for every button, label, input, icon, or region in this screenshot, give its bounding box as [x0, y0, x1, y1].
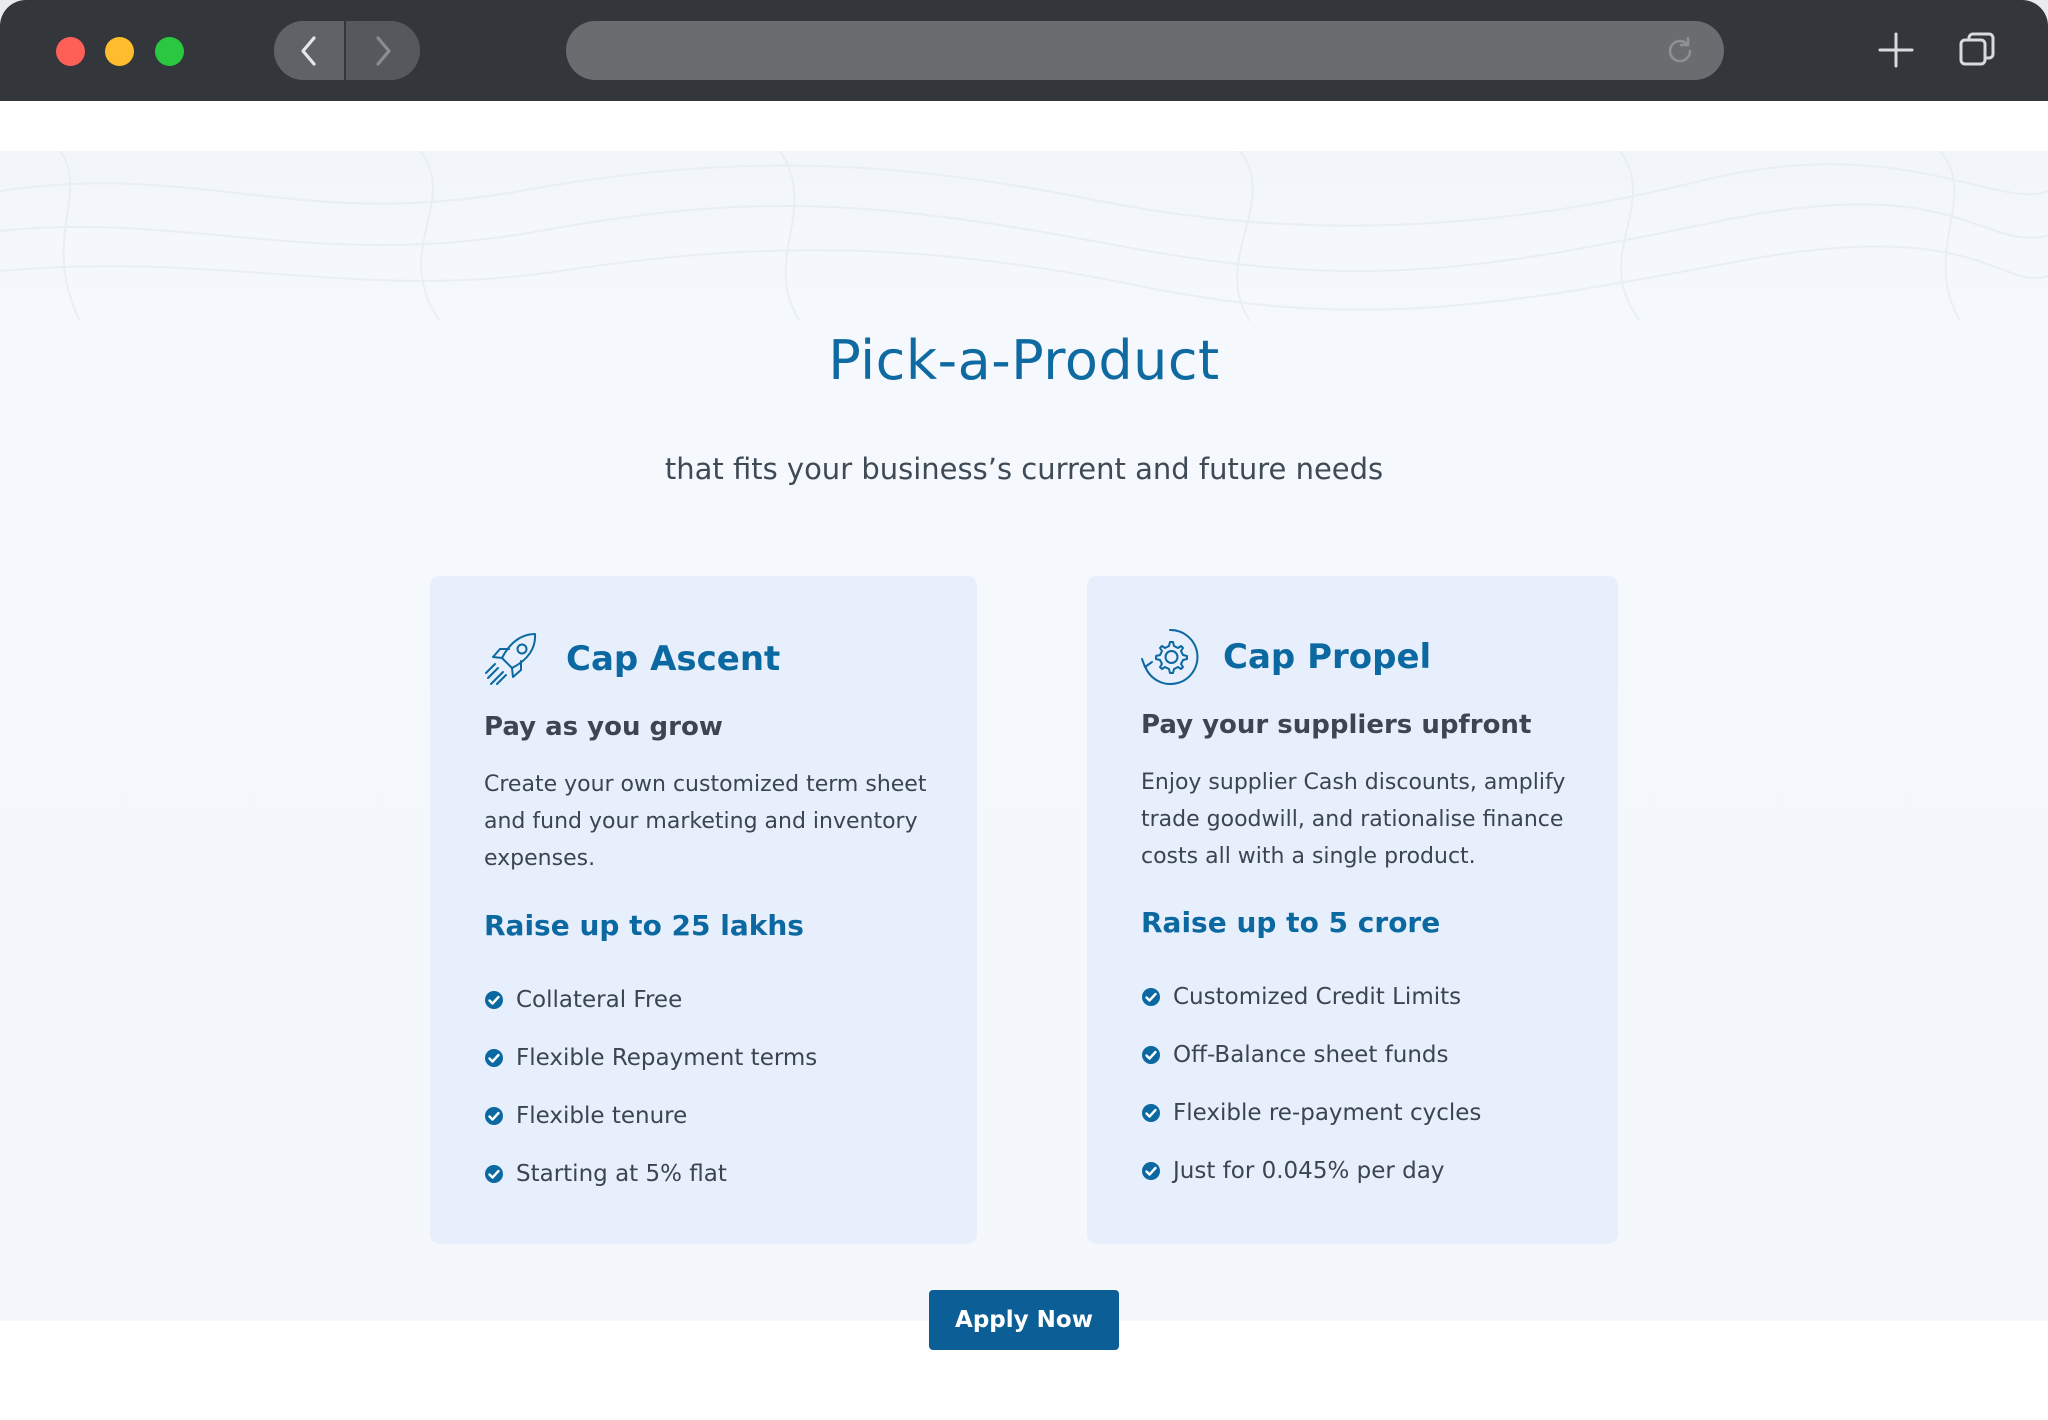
feature-text: Flexible Repayment terms [516, 1045, 818, 1071]
tabs-icon[interactable] [1957, 30, 1997, 70]
navigation-buttons [274, 21, 420, 80]
forward-button[interactable] [346, 21, 420, 80]
maximize-window-button[interactable] [155, 37, 184, 66]
product-card-cap-ascent: Cap Ascent Pay as you grow Create your o… [430, 576, 977, 1244]
check-circle-icon [1142, 1162, 1160, 1180]
browser-toolbar [0, 0, 2048, 101]
product-description: Enjoy supplier Cash discounts, amplify t… [1141, 770, 1566, 869]
feature-list: Customized Credit Limits Off-Balance she… [1141, 968, 1481, 1200]
apply-now-button[interactable]: Apply Now [929, 1290, 1119, 1350]
feature-text: Collateral Free [516, 987, 683, 1013]
close-window-button[interactable] [56, 37, 85, 66]
raise-amount: Raise up to 5 crore [1141, 906, 1441, 939]
check-circle-icon [1142, 1104, 1160, 1122]
reload-icon[interactable] [1664, 35, 1696, 67]
page-subtitle: that fits your business’s current and fu… [664, 452, 1384, 486]
list-item: Just for 0.045% per day [1141, 1142, 1481, 1200]
feature-list: Collateral Free Flexible Repayment terms… [484, 971, 817, 1203]
list-item: Customized Credit Limits [1141, 968, 1481, 1026]
product-card-cap-propel: Cap Propel Pay your suppliers upfront En… [1087, 576, 1618, 1244]
list-item: Flexible Repayment terms [484, 1029, 817, 1087]
minimize-window-button[interactable] [105, 37, 134, 66]
feature-text: Starting at 5% flat [516, 1161, 727, 1187]
raise-amount: Raise up to 25 lakhs [484, 909, 804, 942]
product-description: Create your own customized term sheet an… [484, 772, 927, 871]
check-circle-icon [1142, 1046, 1160, 1064]
list-item: Flexible re-payment cycles [1141, 1084, 1481, 1142]
web-page: Pick-a-Product that fits your business’s… [0, 101, 2048, 1420]
feature-text: Customized Credit Limits [1173, 984, 1462, 1010]
check-circle-icon [485, 1049, 503, 1067]
list-item: Off-Balance sheet funds [1141, 1026, 1481, 1084]
feature-text: Flexible tenure [516, 1103, 688, 1129]
list-item: Collateral Free [484, 971, 817, 1029]
back-arrow-icon [301, 35, 316, 66]
address-bar[interactable] [566, 21, 1724, 80]
check-circle-icon [1142, 988, 1160, 1006]
background-pattern [0, 151, 2048, 321]
check-circle-icon [485, 991, 503, 1009]
card-header: Cap Ascent [482, 628, 780, 690]
product-tagline: Pay your suppliers upfront [1141, 710, 1532, 740]
check-circle-icon [485, 1107, 503, 1125]
product-name: Cap Ascent [566, 639, 781, 679]
rocket-icon [485, 633, 537, 685]
gear-cycle-icon [1141, 628, 1199, 685]
product-tagline: Pay as you grow [484, 712, 723, 742]
feature-text: Off-Balance sheet funds [1173, 1042, 1449, 1068]
feature-text: Just for 0.045% per day [1173, 1158, 1445, 1184]
feature-text: Flexible re-payment cycles [1173, 1100, 1482, 1126]
product-section [0, 151, 2048, 1321]
product-name: Cap Propel [1223, 637, 1432, 677]
check-circle-icon [485, 1165, 503, 1183]
card-header: Cap Propel [1139, 626, 1431, 688]
list-item: Flexible tenure [484, 1087, 817, 1145]
forward-arrow-icon [376, 35, 391, 66]
browser-window: Pick-a-Product that fits your business’s… [0, 0, 2048, 1420]
back-button[interactable] [274, 21, 346, 80]
plus-icon[interactable] [1876, 30, 1916, 70]
page-title: Pick-a-Product [828, 329, 1220, 392]
list-item: Starting at 5% flat [484, 1145, 817, 1203]
